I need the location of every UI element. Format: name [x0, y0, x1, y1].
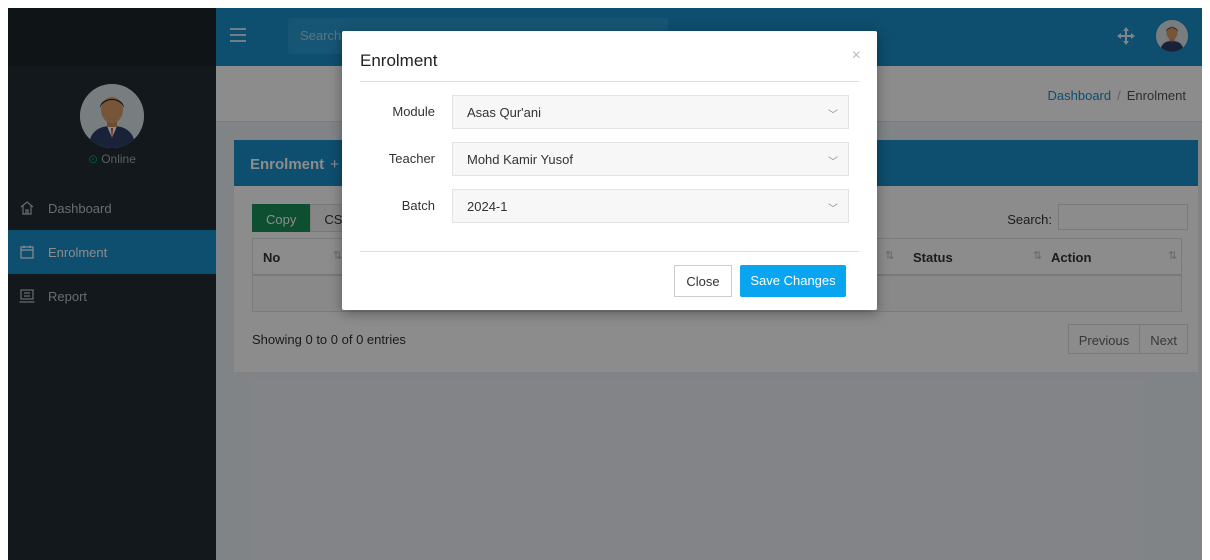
chevron-down-icon: ﹀ [828, 204, 838, 215]
modal-footer-divider [360, 251, 859, 252]
app-frame: ⊙ Online Dashboard Enrolment Report Searc… [8, 8, 1202, 560]
save-changes-button[interactable]: Save Changes [740, 265, 846, 297]
teacher-select[interactable]: Mohd Kamir Yusof ﹀ [452, 142, 849, 176]
teacher-row: Teacher Mohd Kamir Yusof ﹀ [342, 142, 877, 176]
close-icon[interactable]: × [852, 47, 861, 65]
batch-label: Batch [401, 198, 435, 213]
chevron-down-icon: ﹀ [828, 110, 838, 121]
teacher-label: Teacher [388, 151, 435, 166]
batch-row: Batch 2024-1 ﹀ [342, 189, 877, 223]
modal-title: Enrolment [360, 51, 438, 70]
chevron-down-icon: ﹀ [828, 157, 838, 168]
close-button[interactable]: Close [674, 265, 732, 297]
batch-select[interactable]: 2024-1 ﹀ [452, 189, 849, 223]
modal-divider [360, 81, 859, 82]
module-row: Module Asas Qur'ani ﹀ [342, 95, 877, 129]
module-label: Module [392, 104, 435, 119]
module-select[interactable]: Asas Qur'ani ﹀ [452, 95, 849, 129]
enrolment-modal: Enrolment × Module Asas Qur'ani ﹀ Teache… [342, 31, 877, 310]
